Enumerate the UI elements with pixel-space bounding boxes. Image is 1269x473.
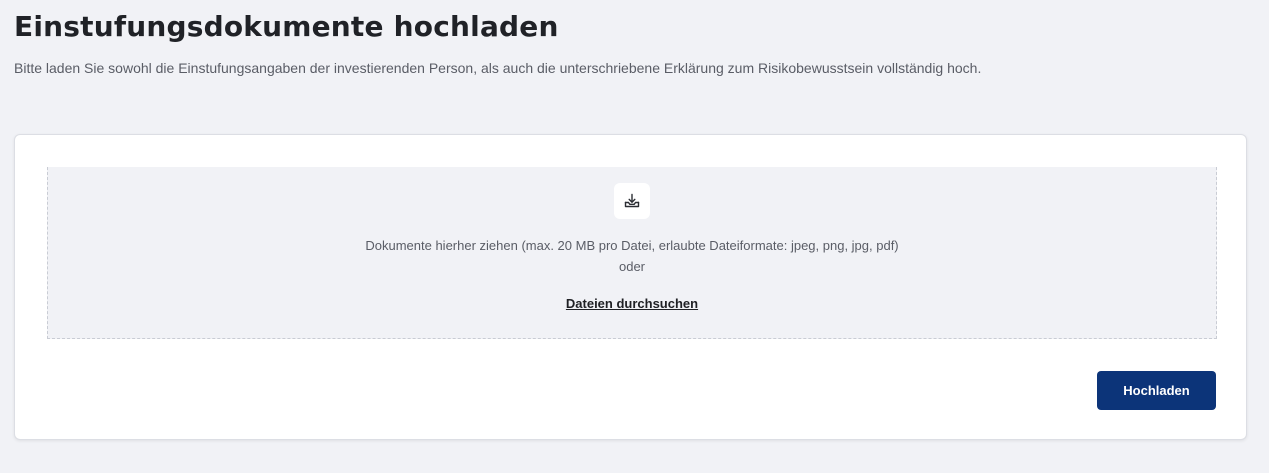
dropzone-instructions: Dokumente hierher ziehen (max. 20 MB pro… xyxy=(365,238,899,253)
upload-button[interactable]: Hochladen xyxy=(1097,371,1216,410)
file-dropzone[interactable]: Dokumente hierher ziehen (max. 20 MB pro… xyxy=(47,167,1217,339)
browse-files-wrapper: Dateien durchsuchen xyxy=(48,295,1216,313)
dropzone-or-label: oder xyxy=(618,259,646,274)
upload-tray-icon xyxy=(614,183,650,219)
page-subtitle: Bitte laden Sie sowohl die Einstufungsan… xyxy=(14,60,982,76)
upload-card: Dokumente hierher ziehen (max. 20 MB pro… xyxy=(14,134,1247,440)
browse-files-link[interactable]: Dateien durchsuchen xyxy=(566,296,698,311)
page-title: Einstufungsdokumente hochladen xyxy=(14,10,559,43)
